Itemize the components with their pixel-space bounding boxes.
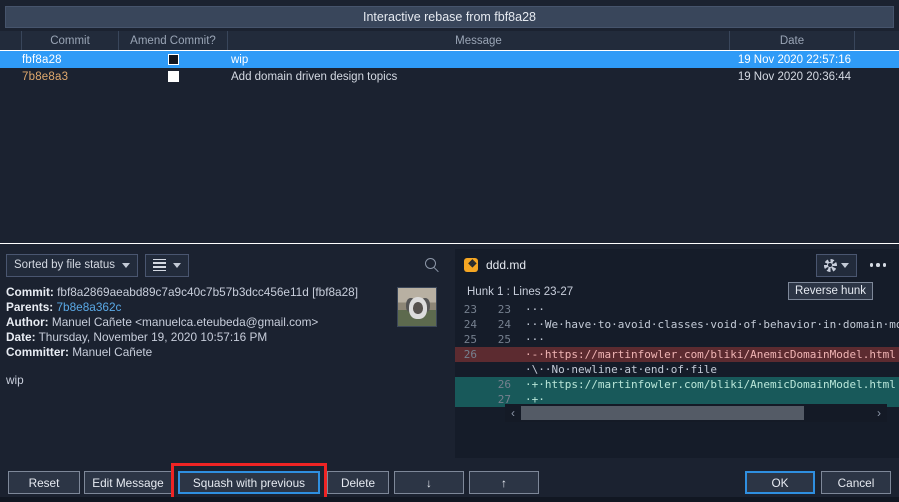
scrollbar-track[interactable] [521, 406, 871, 420]
commit-message: Add domain driven design topics [231, 70, 398, 83]
avatar [397, 287, 437, 327]
ok-button[interactable]: OK [745, 471, 815, 494]
edit-message-button[interactable]: Edit Message [84, 471, 172, 494]
chevron-down-icon [840, 262, 849, 268]
detail-date-line: Date: Thursday, November 19, 2020 10:57:… [6, 330, 449, 345]
diff-line-text: ··· [525, 303, 545, 316]
commit-hash: 7b8e8a3 [22, 70, 69, 83]
delete-button[interactable]: Delete [327, 471, 389, 494]
commit-message: wip [231, 53, 249, 66]
column-header-amend-commit[interactable]: Amend Commit? [119, 31, 228, 50]
diff-old-line-number: 23 [463, 303, 477, 316]
diff-horizontal-scrollbar[interactable]: ‹ › [505, 404, 887, 422]
detail-parents-line: Parents: 7b8e8a362c [6, 300, 449, 315]
diff-new-line-number: 24 [497, 318, 511, 331]
detail-parents-label: Parents: [6, 300, 54, 314]
move-down-button[interactable]: ↓ [394, 471, 464, 494]
diff-line: 24 24 ···We·have·to·avoid·classes·void·o… [455, 317, 899, 332]
diff-line: 23 23 ··· [455, 302, 899, 317]
diff-settings-button[interactable] [815, 253, 857, 277]
sort-dropdown[interactable]: Sorted by file status [6, 253, 138, 277]
hunk-header: Hunk 1 : Lines 23-27 Reverse hunk [455, 281, 899, 302]
amend-checkbox[interactable] [168, 54, 179, 65]
diff-pane: ddd.md Hunk 1 : Lines 23-27 Reverse hunk… [455, 249, 899, 458]
diff-line-text: ·\··No·newline·at·end·of·file [525, 363, 718, 376]
cancel-button[interactable]: Cancel [821, 471, 891, 494]
commit-message-body: wip [6, 373, 24, 387]
commit-hash: fbf8a28 [22, 53, 62, 66]
column-header-message[interactable]: Message [228, 31, 730, 50]
diff-new-line-number: 26 [497, 378, 511, 391]
window-bottom-strip [0, 497, 899, 502]
ellipsis-icon[interactable] [865, 263, 892, 267]
column-header-select[interactable] [0, 31, 22, 50]
action-button-bar: Reset Edit Message Squash with previous … [0, 462, 899, 502]
modified-icon [464, 258, 478, 272]
hunk-label: Hunk 1 : Lines 23-27 [467, 285, 574, 298]
view-mode-dropdown[interactable] [145, 253, 189, 277]
detail-committer-label: Committer: [6, 345, 69, 359]
reset-button[interactable]: Reset [8, 471, 80, 494]
window-title-bar: Interactive rebase from fbf8a28 [5, 6, 894, 28]
detail-author-value: Manuel Cañete <manuelca.eteubeda@gmail.c… [51, 315, 319, 329]
diff-pane-header: ddd.md [455, 249, 899, 281]
diff-file-title: ddd.md [486, 258, 527, 272]
column-header-date[interactable]: Date [730, 31, 855, 50]
detail-author-label: Author: [6, 315, 49, 329]
scroll-left-arrow-icon[interactable]: ‹ [505, 406, 521, 420]
column-header-commit[interactable]: Commit [22, 31, 119, 50]
chevron-down-icon [122, 262, 130, 268]
detail-commit-value: fbf8a2869aeabd89c7a9c40c7b57b3dcc456e11d… [57, 285, 358, 299]
diff-content[interactable]: 23 23 ··· 24 24 ···We·have·to·avoid·clas… [455, 302, 899, 407]
reverse-hunk-button[interactable]: Reverse hunk [788, 282, 873, 300]
squash-with-previous-button[interactable]: Squash with previous [178, 471, 320, 494]
diff-line-note: ·\··No·newline·at·end·of·file [455, 362, 899, 377]
diff-old-line-number: 25 [463, 333, 477, 346]
detail-committer-line: Committer: Manuel Cañete [6, 345, 449, 360]
detail-parents-value[interactable]: 7b8e8a362c [57, 300, 122, 314]
detail-author-line: Author: Manuel Cañete <manuelca.eteubeda… [6, 315, 449, 330]
diff-old-line-number: 26 [463, 348, 477, 361]
diff-line-text: ·-·https://martinfowler.com/bliki/Anemic… [525, 348, 896, 361]
amend-checkbox-cell[interactable] [119, 51, 228, 68]
diff-line-text: ·+·https://martinfowler.com/bliki/Anemic… [525, 378, 896, 391]
left-pane-toolbar: Sorted by file status [0, 249, 455, 281]
commit-detail-pane: Sorted by file status Commit: fbf8a2869a… [0, 249, 455, 458]
detail-committer-value: Manuel Cañete [72, 345, 153, 359]
commit-date: 19 Nov 2020 20:36:44 [737, 70, 851, 83]
table-row[interactable]: 7b8e8a3 Add domain driven design topics … [0, 68, 899, 85]
commit-table-header: Commit Amend Commit? Message Date [0, 31, 899, 51]
move-up-button[interactable]: ↑ [469, 471, 539, 494]
sort-dropdown-label: Sorted by file status [14, 259, 115, 271]
diff-new-line-number: 23 [497, 303, 511, 316]
detail-commit-label: Commit: [6, 285, 54, 299]
page-title: Interactive rebase from fbf8a28 [362, 10, 536, 24]
amend-checkbox[interactable] [168, 71, 179, 82]
commit-detail-block: Commit: fbf8a2869aeabd89c7a9c40c7b57b3dc… [0, 281, 455, 398]
column-header-extra[interactable] [855, 31, 899, 50]
diff-line: 25 25 ··· [455, 332, 899, 347]
interactive-rebase-window: Interactive rebase from fbf8a28 Commit A… [0, 0, 899, 502]
list-icon [153, 258, 166, 272]
diff-new-line-number: 25 [497, 333, 511, 346]
diff-line-added: 26 ·+·https://martinfowler.com/bliki/Ane… [455, 377, 899, 392]
diff-old-line-number: 24 [463, 318, 477, 331]
diff-line-deleted: 26 ·-·https://martinfowler.com/bliki/Ane… [455, 347, 899, 362]
table-row[interactable]: fbf8a28 wip 19 Nov 2020 22:57:16 [0, 51, 899, 68]
chevron-down-icon [173, 262, 181, 268]
diff-line-text: ··· [525, 333, 545, 346]
commit-list[interactable]: fbf8a28 wip 19 Nov 2020 22:57:16 7b8e8a3… [0, 51, 899, 241]
scroll-right-arrow-icon[interactable]: › [871, 406, 887, 420]
search-icon[interactable] [423, 256, 441, 274]
scrollbar-thumb[interactable] [521, 406, 804, 420]
detail-commit-line: Commit: fbf8a2869aeabd89c7a9c40c7b57b3dc… [6, 285, 449, 300]
amend-checkbox-cell[interactable] [119, 68, 228, 85]
diff-line-text: ···We·have·to·avoid·classes·void·of·beha… [525, 318, 899, 331]
gear-icon [823, 258, 837, 272]
detail-date-label: Date: [6, 330, 36, 344]
commit-date: 19 Nov 2020 22:57:16 [737, 53, 851, 66]
detail-date-value: Thursday, November 19, 2020 10:57:16 PM [38, 330, 268, 344]
